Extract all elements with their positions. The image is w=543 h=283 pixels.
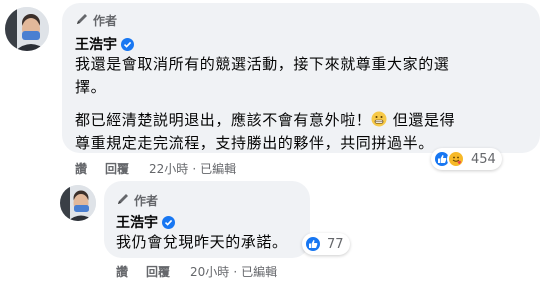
edited-label: 已編輯 (241, 265, 278, 279)
author-badge-label: 作者 (93, 14, 118, 28)
comment-segment: 但還是得 (392, 111, 456, 129)
commenter-name[interactable]: 王浩宇 (75, 34, 117, 54)
author-badge: 作者 (116, 192, 158, 209)
comment-text: 我還是會取消所有的競選活動，接下來就尊重大家的選 擇。 都已經清楚説明退出，應該… (75, 53, 535, 155)
comment-text: 我仍會兌現昨天的承諾。 (116, 233, 288, 251)
author-badge: 作者 (75, 12, 117, 29)
reaction-summary[interactable]: 454 (431, 148, 502, 170)
pencil-icon (116, 192, 130, 209)
reaction-summary[interactable]: 77 (302, 233, 350, 255)
comment-actions: 讚 回覆 22小時 · 已編輯 (75, 160, 236, 177)
reaction-count: 454 (471, 151, 496, 167)
grimacing-face-icon (371, 111, 387, 127)
like-reaction-icon (304, 235, 322, 253)
commenter-name[interactable]: 王浩宇 (116, 212, 158, 232)
verified-badge-icon (162, 215, 175, 229)
like-link[interactable]: 讚 (75, 160, 87, 177)
edited-label: 已編輯 (200, 162, 237, 176)
comment-line: 我還是會取消所有的競選活動，接下來就尊重大家的選 (75, 55, 450, 73)
timestamp[interactable]: 20小時 (190, 263, 229, 280)
reply-link[interactable]: 回覆 (146, 263, 170, 280)
reply-link[interactable]: 回覆 (105, 160, 129, 177)
verified-badge-icon (121, 37, 134, 51)
reaction-count: 77 (327, 236, 344, 252)
timestamp[interactable]: 22小時 (149, 160, 188, 177)
separator-dot: · (192, 161, 197, 176)
separator-dot: · (233, 264, 238, 279)
avatar[interactable] (5, 7, 49, 51)
author-badge-label: 作者 (134, 194, 159, 208)
like-link[interactable]: 讚 (116, 263, 128, 280)
avatar[interactable] (60, 185, 96, 221)
comment-segment: 都已經清楚説明退出，應該不會有意外啦！ (75, 111, 372, 129)
pencil-icon (75, 12, 89, 29)
comment-line: 都已經清楚説明退出，應該不會有意外啦！ 但還是得 (75, 109, 535, 132)
comment-line: 擇。 (75, 78, 107, 96)
comment-actions: 讚 回覆 20小時 · 已編輯 (116, 263, 277, 280)
care-reaction-icon (447, 150, 465, 168)
